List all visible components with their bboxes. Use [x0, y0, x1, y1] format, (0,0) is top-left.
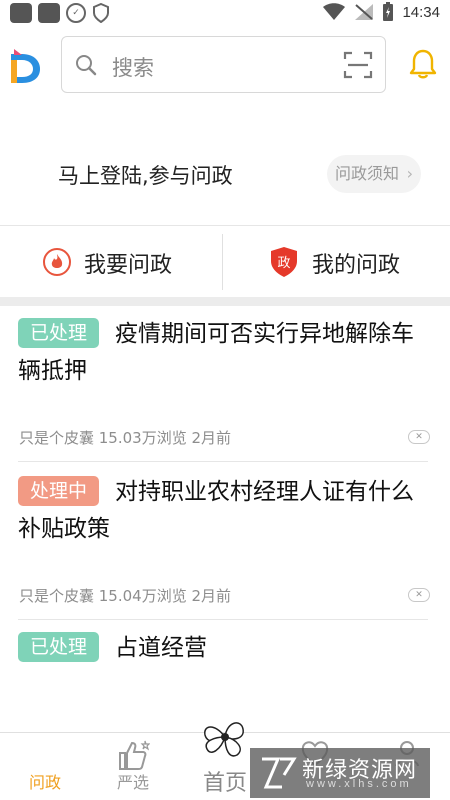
no-signal-icon [355, 4, 374, 20]
home-flower-icon [204, 722, 244, 757]
notice-label: 问政须知 [335, 164, 400, 183]
search-icon [76, 55, 97, 76]
watermark-url: www.xlhs.com [306, 778, 412, 790]
divider [18, 461, 428, 462]
item-meta: 只是个皮囊 15.04万浏览 2月前 [19, 587, 232, 605]
divider [222, 234, 223, 290]
notification-icons: ✓ [10, 3, 110, 23]
item-title[interactable]: 处理中 对持职业农村经理人证有什么补贴政策 [18, 474, 436, 548]
status-bar: ✓ 14:34 [0, 0, 450, 28]
thumbs-up-icon [119, 740, 150, 770]
shield-icon: 政 [271, 247, 297, 277]
watermark: 新绿资源网 www.xlhs.com [250, 748, 430, 798]
header: 搜索 [0, 36, 450, 94]
nav-item-wenzheng[interactable]: 问政 [0, 733, 90, 800]
login-row: 马上登陆,参与问政 问政须知 › [0, 150, 450, 200]
status-badge: 已处理 [18, 632, 100, 662]
list-item[interactable]: 已处理 占道经营 [0, 630, 450, 680]
chevron-right-icon: › [406, 164, 413, 183]
clock: 14:34 [402, 3, 440, 21]
notification-app-icon [10, 3, 32, 23]
battery-icon [383, 2, 394, 21]
vpn-shield-icon [93, 3, 109, 23]
item-title-text: 占道经营 [115, 635, 208, 661]
search-placeholder: 搜索 [112, 56, 154, 80]
dismiss-icon[interactable]: ✕ [408, 588, 430, 602]
item-meta: 只是个皮囊 15.03万浏览 2月前 [19, 429, 232, 447]
dismiss-icon[interactable]: ✕ [408, 430, 430, 444]
nav-label: 问政 [28, 773, 61, 792]
item-title[interactable]: 已处理 占道经营 [18, 630, 436, 667]
status-badge: 已处理 [18, 318, 100, 348]
wifi-icon [323, 3, 346, 20]
nav-label: 严选 [116, 773, 149, 792]
action-row: 我要问政 政 我的问政 [0, 225, 450, 297]
ask-question-label: 我要问政 [84, 253, 173, 278]
list-item[interactable]: 已处理 疫情期间可否实行异地解除车辆抵押 只是个皮囊 15.03万浏览 2月前 ✕ [0, 316, 450, 466]
bell-icon[interactable] [408, 48, 438, 80]
search-box[interactable]: 搜索 [61, 36, 386, 93]
fire-icon [43, 248, 71, 276]
watermark-logo-icon [262, 757, 297, 789]
list-item[interactable]: 处理中 对持职业农村经理人证有什么补贴政策 只是个皮囊 15.04万浏览 2月前 … [0, 474, 450, 624]
notice-button[interactable]: 问政须知 › [327, 155, 421, 193]
section-separator [0, 297, 450, 306]
my-questions-label: 我的问政 [312, 253, 401, 278]
notification-app-icon [38, 3, 60, 23]
scan-icon[interactable] [343, 50, 373, 80]
shield-icon-text: 政 [277, 256, 290, 271]
login-prompt[interactable]: 马上登陆,参与问政 [58, 160, 233, 190]
notification-app-icon: ✓ [66, 3, 86, 23]
nav-item-yanxuan[interactable]: 严选 [88, 733, 178, 800]
ask-question-button[interactable]: 我要问政 [0, 226, 224, 298]
item-title[interactable]: 已处理 疫情期间可否实行异地解除车辆抵押 [18, 316, 436, 390]
divider [18, 619, 428, 620]
my-questions-button[interactable]: 政 我的问政 [225, 226, 449, 298]
status-badge: 处理中 [18, 476, 100, 506]
app-logo-icon[interactable] [8, 46, 44, 84]
